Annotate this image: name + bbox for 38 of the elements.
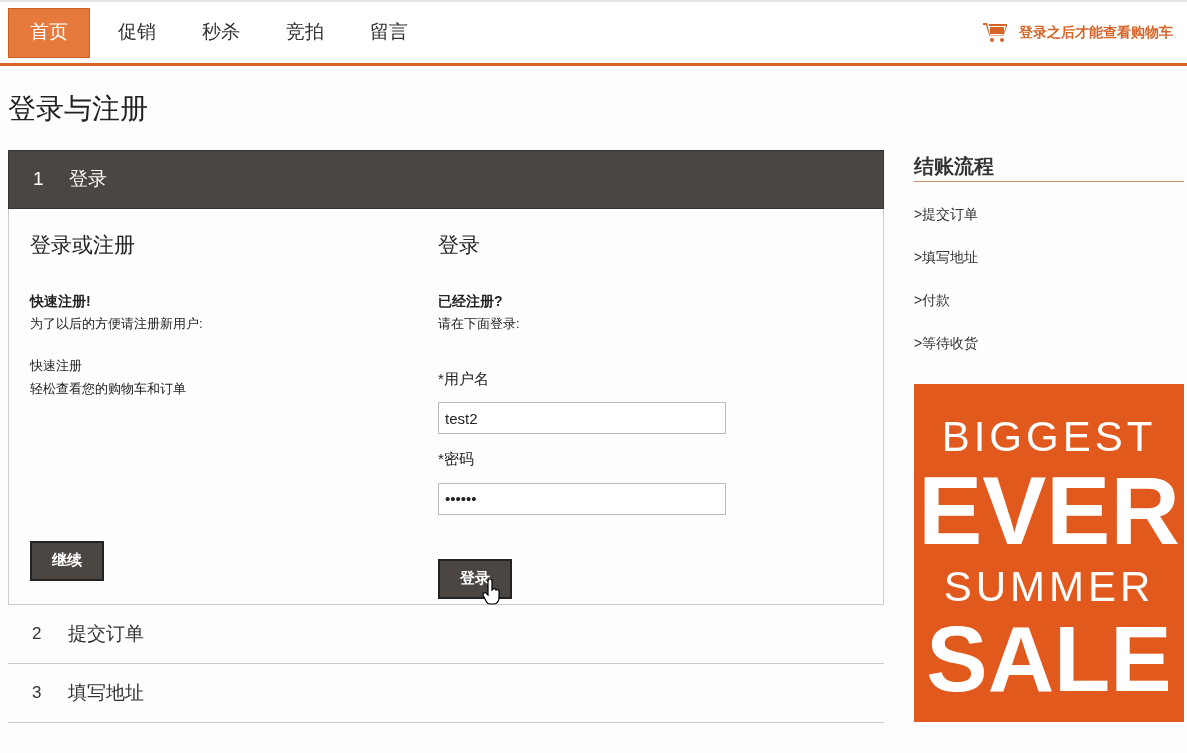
nav-tab[interactable]: 竞拍	[268, 7, 342, 58]
banner-text: BIGGEST	[941, 412, 1157, 463]
intro-text: 请在下面登录:	[438, 315, 520, 333]
step-row[interactable]: 3 填写地址	[8, 664, 884, 723]
cart-icon[interactable]	[983, 21, 1007, 44]
step-title: 登录	[69, 167, 107, 192]
banner-text: SALE	[926, 617, 1172, 701]
step-header[interactable]: 1 登录	[8, 150, 884, 209]
checkout-step-link[interactable]: >提交订单	[914, 204, 979, 225]
step-title: 填写地址	[68, 680, 144, 705]
nav-tab[interactable]: 留言	[352, 7, 426, 58]
banner-text: EVER	[918, 468, 1180, 555]
username-field[interactable]: test2	[438, 402, 726, 434]
nav-tab[interactable]: 秒杀	[184, 7, 258, 58]
step-number: 1	[33, 167, 45, 192]
checkout-step-link[interactable]: >填写地址	[914, 247, 979, 268]
checkout-step-link[interactable]: >等待收货	[914, 333, 979, 354]
page-title: 登录与注册	[8, 92, 148, 126]
banner-text: SUMMER	[943, 561, 1155, 612]
username-label: *用户名	[438, 368, 489, 389]
step-title: 提交订单	[68, 621, 144, 646]
section-heading: 登录	[438, 232, 480, 258]
step-number: 3	[32, 682, 43, 705]
checkout-step-link[interactable]: >付款	[914, 290, 951, 311]
benefit-title: 快速注册	[30, 356, 82, 375]
section-heading: 登录或注册	[30, 232, 135, 258]
cart-login-notice[interactable]: 登录之后才能查看购物车	[1019, 22, 1173, 43]
section-subheading: 已经注册?	[438, 292, 503, 311]
step-number: 2	[32, 623, 43, 646]
password-label: *密码	[438, 449, 474, 469]
step-row[interactable]: 2 提交订单	[8, 605, 884, 664]
section-subheading: 快速注册!	[30, 292, 91, 311]
nav-tab[interactable]: 促销	[100, 7, 174, 58]
continue-button[interactable]: 继续	[30, 540, 104, 581]
password-field[interactable]: ••••••	[438, 482, 726, 515]
sidebar-title: 结账流程	[914, 150, 1184, 182]
benefit-text: 轻松查看您的购物车和订单	[30, 380, 186, 398]
intro-text: 为了以后的方便请注册新用户:	[30, 315, 203, 333]
